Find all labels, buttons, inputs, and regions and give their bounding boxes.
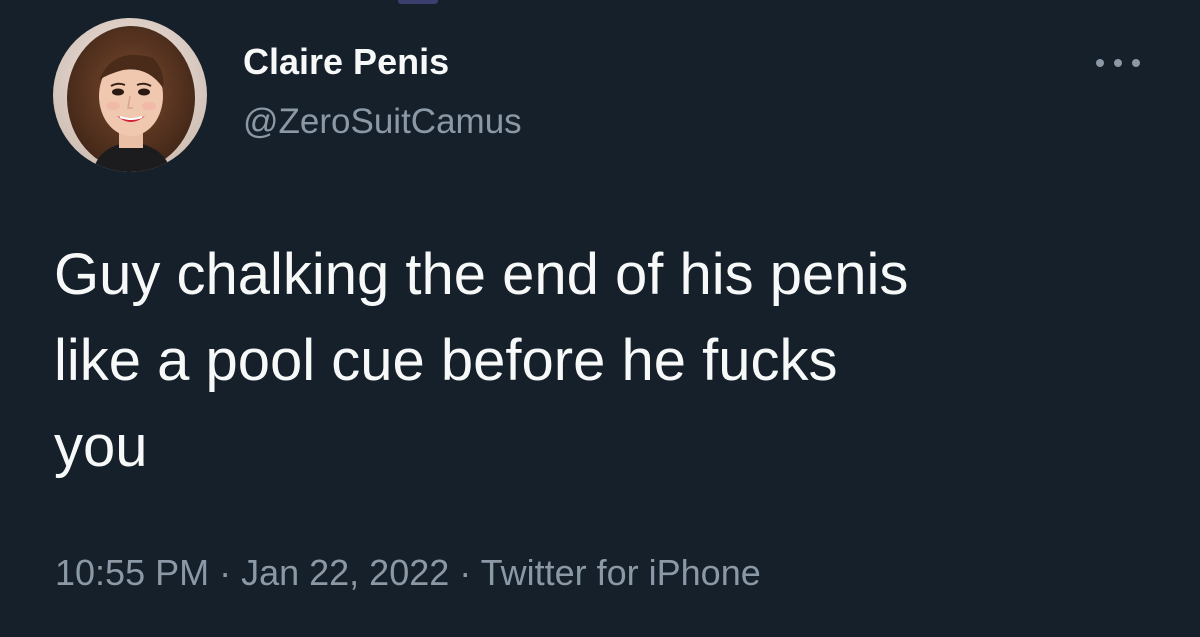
- profile-photo-icon: [53, 18, 207, 172]
- username-handle[interactable]: @ZeroSuitCamus: [243, 101, 522, 143]
- ellipsis-icon: [1132, 59, 1140, 67]
- display-name[interactable]: Claire Penis: [243, 40, 522, 84]
- user-info: Claire Penis @ZeroSuitCamus: [243, 40, 522, 143]
- tweet-source[interactable]: Twitter for iPhone: [481, 552, 761, 593]
- tweet-card: Claire Penis @ZeroSuitCamus Guy chalking…: [0, 0, 1200, 637]
- meta-separator: ·: [449, 552, 481, 593]
- ellipsis-icon: [1096, 59, 1104, 67]
- avatar[interactable]: [53, 18, 207, 172]
- more-options-button[interactable]: [1092, 48, 1144, 78]
- ellipsis-icon: [1114, 59, 1122, 67]
- tweet-text: Guy chalking the end of his penis like a…: [54, 242, 909, 479]
- tweet-time[interactable]: 10:55 PM: [55, 552, 209, 593]
- meta-separator: ·: [209, 552, 242, 593]
- tweet-date[interactable]: Jan 22, 2022: [241, 552, 449, 593]
- tweet-metadata: 10:55 PM · Jan 22, 2022 · Twitter for iP…: [55, 550, 761, 596]
